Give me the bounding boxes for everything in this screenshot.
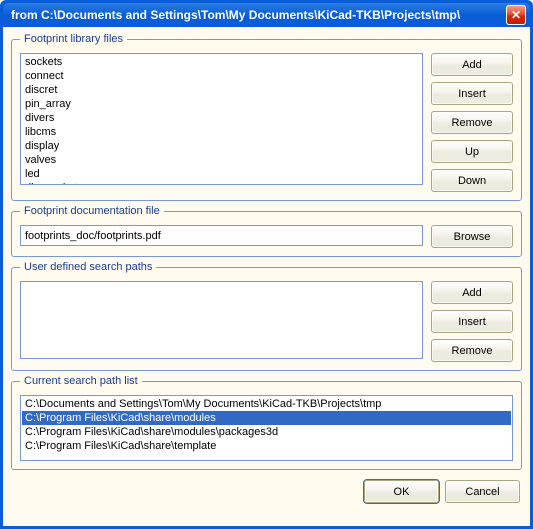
dialog-buttons: OK Cancel (11, 474, 522, 503)
dialog-window: from C:\Documents and Settings\Tom\My Do… (0, 0, 533, 529)
ok-button[interactable]: OK (364, 480, 439, 503)
list-item[interactable]: discret (22, 83, 421, 97)
documentation-path-input[interactable] (20, 225, 423, 246)
footprint-library-files-group: Footprint library files socketsconnectdi… (11, 33, 522, 201)
group-legend: Footprint library files (20, 33, 127, 45)
list-item[interactable]: dip_sockets (22, 181, 421, 185)
group-legend: User defined search paths (20, 261, 156, 273)
list-item[interactable]: C:\Program Files\KiCad\share\template (22, 439, 511, 453)
list-item[interactable]: divers (22, 111, 421, 125)
list-item[interactable]: valves (22, 153, 421, 167)
client-area: Footprint library files socketsconnectdi… (3, 27, 530, 526)
current-paths-listbox[interactable]: C:\Documents and Settings\Tom\My Documen… (20, 395, 513, 461)
group-legend: Footprint documentation file (20, 205, 164, 217)
add-button[interactable]: Add (431, 53, 513, 76)
list-item[interactable]: C:\Program Files\KiCad\share\modules\pac… (22, 425, 511, 439)
close-button[interactable]: ✕ (506, 5, 526, 25)
current-search-paths-group: Current search path list C:\Documents an… (11, 375, 522, 470)
list-item[interactable]: sockets (22, 55, 421, 69)
list-item[interactable]: libcms (22, 125, 421, 139)
add-button[interactable]: Add (431, 281, 513, 304)
footprint-documentation-group: Footprint documentation file Browse (11, 205, 522, 257)
list-item[interactable]: display (22, 139, 421, 153)
user-search-paths-group: User defined search paths Add Insert Rem… (11, 261, 522, 371)
list-item[interactable]: connect (22, 69, 421, 83)
remove-button[interactable]: Remove (431, 111, 513, 134)
list-item[interactable]: C:\Program Files\KiCad\share\modules (22, 411, 511, 425)
insert-button[interactable]: Insert (431, 310, 513, 333)
window-title: from C:\Documents and Settings\Tom\My Do… (11, 8, 506, 22)
list-item[interactable]: pin_array (22, 97, 421, 111)
close-icon: ✕ (511, 8, 521, 22)
titlebar[interactable]: from C:\Documents and Settings\Tom\My Do… (3, 3, 530, 27)
group-legend: Current search path list (20, 375, 142, 387)
cancel-button[interactable]: Cancel (445, 480, 520, 503)
down-button[interactable]: Down (431, 169, 513, 192)
up-button[interactable]: Up (431, 140, 513, 163)
remove-button[interactable]: Remove (431, 339, 513, 362)
list-item[interactable]: led (22, 167, 421, 181)
list-item[interactable]: C:\Documents and Settings\Tom\My Documen… (22, 397, 511, 411)
user-paths-listbox[interactable] (20, 281, 423, 359)
browse-button[interactable]: Browse (431, 225, 513, 248)
insert-button[interactable]: Insert (431, 82, 513, 105)
library-files-listbox[interactable]: socketsconnectdiscretpin_arraydiverslibc… (20, 53, 423, 185)
